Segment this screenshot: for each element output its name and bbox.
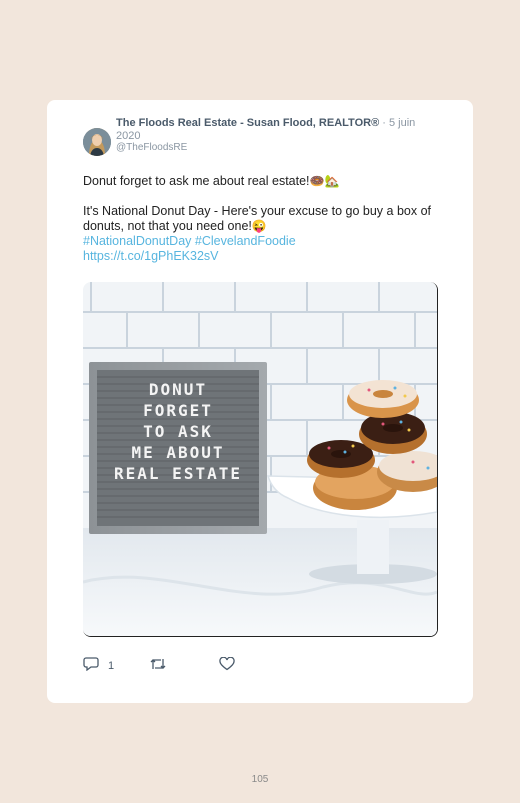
author-handle[interactable]: @TheFloodsRE (116, 142, 187, 153)
tweet-card: The Floods Real Estate - Susan Flood, RE… (47, 100, 473, 703)
retweet-icon (149, 657, 167, 674)
donut-photo-illustration: DONUT FORGET TO ASK ME ABOUT REAL ESTATE (83, 282, 437, 636)
hashtag-cleveland-foodie[interactable]: #ClevelandFoodie (195, 234, 296, 248)
tweet-link[interactable]: https://t.co/1gPhEK32sV (83, 249, 219, 263)
letterboard-line-4: ME ABOUT (131, 443, 224, 462)
hashtag-national-donut-day[interactable]: #NationalDonutDay (83, 234, 191, 248)
retweet-button[interactable] (149, 657, 167, 674)
page-number: 105 (251, 774, 269, 785)
like-icon (219, 656, 235, 674)
letterboard-line-1: DONUT (149, 380, 207, 399)
author-name[interactable]: The Floods Real Estate - Susan Flood, RE… (116, 117, 379, 129)
winking-tongue-emoji: 😜 (251, 219, 267, 233)
separator-dot: · (382, 117, 386, 129)
donut-house-emoji: 🍩🏡 (309, 174, 340, 188)
letterboard-line-3: TO ASK (143, 422, 213, 441)
tweet-actions: 1 (83, 656, 283, 675)
tweet-header: The Floods Real Estate - Susan Flood, RE… (116, 117, 416, 143)
like-button[interactable] (219, 656, 235, 674)
letterboard-line-2: FORGET (143, 401, 213, 420)
avatar[interactable] (83, 128, 111, 156)
tweet-photo[interactable]: DONUT FORGET TO ASK ME ABOUT REAL ESTATE (83, 282, 438, 637)
reply-button[interactable]: 1 (83, 657, 114, 674)
reply-count: 1 (108, 659, 115, 672)
reply-icon (83, 657, 99, 674)
tweet-line-1: Donut forget to ask me about real estate… (83, 174, 310, 188)
letterboard-line-5: REAL ESTATE (114, 464, 242, 483)
tweet-text: Donut forget to ask me about real estate… (83, 174, 433, 264)
